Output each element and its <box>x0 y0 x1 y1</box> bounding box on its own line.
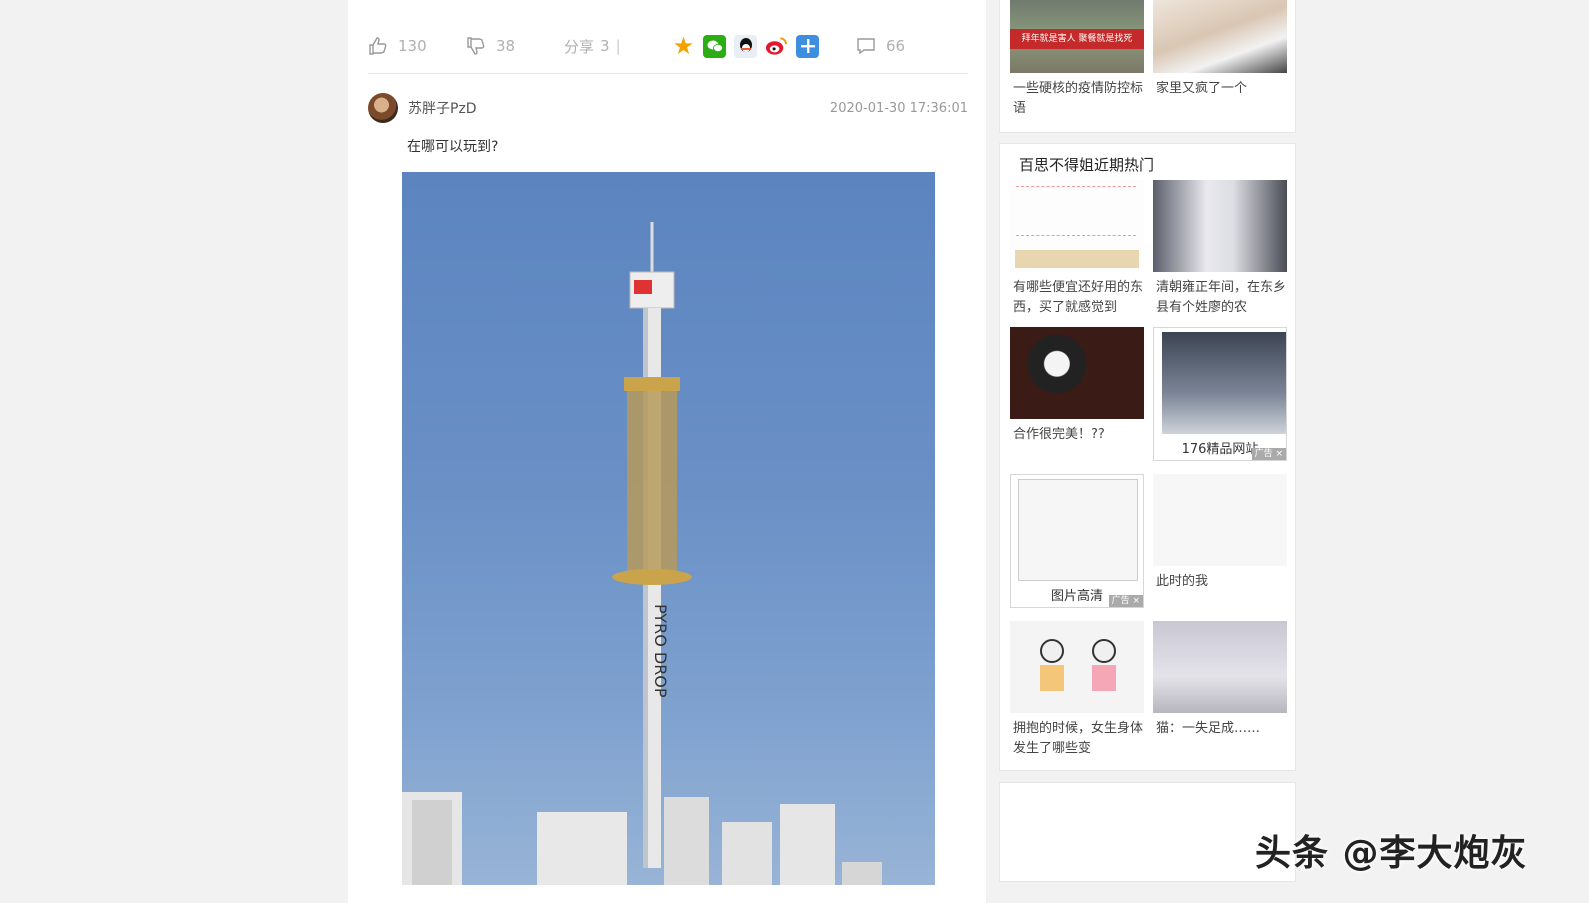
thumbs-down-icon <box>467 37 485 55</box>
sidebar-empty-box <box>999 782 1296 882</box>
avatar[interactable] <box>368 93 398 123</box>
thumbnail <box>1153 621 1287 713</box>
sidebar-top-box: 拜年就是害人 聚餐就是找死 一些硬核的疫情防控标语 家里又疯了一个 <box>999 0 1296 133</box>
list-item[interactable]: 有哪些便宜还好用的东西，买了就感觉到 <box>1010 180 1144 318</box>
thumbnail: 拜年就是害人 聚餐就是找死 <box>1010 0 1144 73</box>
caption[interactable]: 清朝雍正年间，在东乡县有个姓廖的农 <box>1153 278 1287 318</box>
list-item[interactable]: 拜年就是害人 聚餐就是找死 一些硬核的疫情防控标语 <box>1010 0 1144 119</box>
comment-text: 在哪可以玩到? <box>407 139 499 155</box>
action-bar: 130 38 分享 3 | ★ 66 <box>368 28 968 64</box>
thumbnail <box>1162 332 1286 434</box>
ad-badge[interactable]: 广告 × <box>1108 595 1143 607</box>
comment-username[interactable]: 苏胖子PzD <box>408 98 477 118</box>
comment-icon <box>857 38 875 55</box>
comment-button[interactable]: 66 <box>856 36 905 56</box>
caption[interactable]: 猫：一失足成…… <box>1153 719 1287 739</box>
ad-frame: 图片高清 广告 × <box>1010 474 1144 608</box>
thumbs-up-icon <box>369 37 387 55</box>
hot-section: 百思不得姐近期热门 有哪些便宜还好用的东西，买了就感觉到 清朝雍正年间，在东乡县… <box>999 143 1296 771</box>
list-item[interactable]: 家里又疯了一个 <box>1153 0 1287 99</box>
like-count: 130 <box>398 37 427 55</box>
thumbnail <box>1010 621 1144 713</box>
list-item[interactable]: 合作很完美！?? <box>1010 327 1144 445</box>
dislike-count: 38 <box>496 37 516 55</box>
ad-badge[interactable]: 广告 × <box>1251 448 1286 460</box>
qq-icon[interactable] <box>734 34 757 58</box>
share-count: 3 <box>600 37 610 55</box>
tower-lettering: PYRO DROP <box>651 604 670 698</box>
share-label: 分享 <box>564 37 595 56</box>
more-share-icon[interactable] <box>796 34 819 58</box>
ad-item[interactable]: 176精品网站 广告 × <box>1153 327 1287 461</box>
list-item[interactable]: 拥抱的时候，女生身体发生了哪些变 <box>1010 621 1144 759</box>
dislike-button[interactable]: 38 <box>466 36 564 56</box>
caption[interactable]: 家里又疯了一个 <box>1153 79 1287 99</box>
caption[interactable]: 拥抱的时候，女生身体发生了哪些变 <box>1010 719 1144 759</box>
ad-item[interactable]: 图片高清 广告 × <box>1010 474 1144 608</box>
caption[interactable]: 有哪些便宜还好用的东西，买了就感觉到 <box>1010 278 1144 318</box>
thumbnail <box>1018 479 1138 581</box>
watermark: 头条 @李大炮灰 <box>1255 833 1528 874</box>
share-separator: | <box>615 37 621 55</box>
banner-text: 拜年就是害人 聚餐就是找死 <box>1010 29 1144 49</box>
thumbnail <box>1153 180 1287 272</box>
thumbnail <box>1153 0 1287 73</box>
comment-count: 66 <box>886 37 906 55</box>
like-button[interactable]: 130 <box>368 36 466 56</box>
caption[interactable]: 合作很完美！?? <box>1010 425 1144 445</box>
wechat-icon[interactable] <box>703 34 726 58</box>
thumbnail <box>1010 180 1144 272</box>
comment-image[interactable]: PYRO DROP <box>402 172 935 885</box>
post-column: 130 38 分享 3 | ★ 66 苏胖子PzD 2020-01-30 17:… <box>348 0 986 903</box>
drop-tower-illustration: PYRO DROP <box>402 222 882 885</box>
star-icon[interactable]: ★ <box>672 32 695 60</box>
thumbnail <box>1010 327 1144 419</box>
list-item[interactable]: 猫：一失足成…… <box>1153 621 1287 739</box>
comment-timestamp: 2020-01-30 17:36:01 <box>829 100 968 116</box>
section-title: 百思不得姐近期热门 <box>1019 156 1155 174</box>
divider <box>368 73 968 74</box>
list-item[interactable]: 清朝雍正年间，在东乡县有个姓廖的农 <box>1153 180 1287 318</box>
thumbnail <box>1153 474 1287 566</box>
ad-frame: 176精品网站 广告 × <box>1153 327 1287 461</box>
caption[interactable]: 一些硬核的疫情防控标语 <box>1010 79 1144 119</box>
list-item[interactable]: 此时的我 <box>1153 474 1287 592</box>
share-targets: ★ <box>672 32 856 60</box>
weibo-icon[interactable] <box>765 35 788 58</box>
caption[interactable]: 此时的我 <box>1153 572 1287 592</box>
comment-header: 苏胖子PzD 2020-01-30 17:36:01 <box>368 93 968 123</box>
share-button[interactable]: 分享 3 | <box>564 36 672 57</box>
